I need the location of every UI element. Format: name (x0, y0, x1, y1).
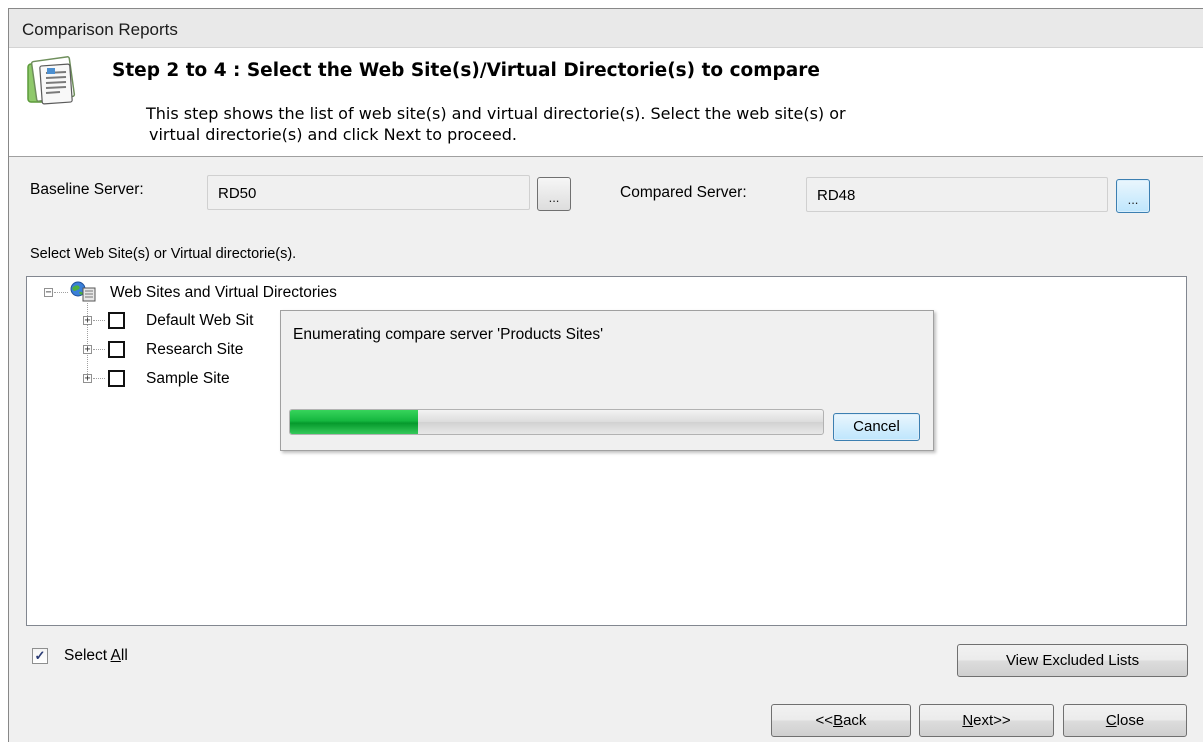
back-button[interactable]: <<Back (771, 704, 911, 737)
cancel-button[interactable]: Cancel (833, 413, 920, 441)
web-sites-globe-icon (68, 281, 98, 303)
back-label-suffix: ack (843, 712, 867, 729)
baseline-server-label: Baseline Server: (30, 181, 144, 198)
tree-item-label[interactable]: Research Site (146, 341, 243, 359)
tree-item-checkbox[interactable] (108, 370, 125, 387)
next-label-accel: N (962, 712, 974, 729)
back-label-prefix: << (815, 712, 834, 729)
window-title: Comparison Reports (22, 20, 178, 39)
view-excluded-lists-button[interactable]: View Excluded Lists (957, 644, 1188, 677)
tree-connector (93, 349, 105, 350)
compared-browse-button[interactable]: ... (1116, 179, 1150, 213)
progress-message: Enumerating compare server 'Products Sit… (293, 326, 604, 343)
close-label-accel: C (1105, 712, 1117, 729)
step-title: Step 2 to 4 : Select the Web Site(s)/Vir… (112, 60, 820, 81)
document-report-icon (22, 56, 88, 110)
step-description: This step shows the list of web site(s) … (146, 103, 1096, 145)
back-label-accel: B (833, 712, 844, 729)
close-button[interactable]: Close (1063, 704, 1187, 737)
select-all-label[interactable]: Select All (64, 647, 128, 665)
next-button[interactable]: Next>> (919, 704, 1054, 737)
tree-connector (54, 292, 68, 293)
tree-item-checkbox[interactable] (108, 312, 125, 329)
compared-server-field[interactable]: RD48 (806, 177, 1108, 212)
tree-connector (93, 378, 105, 379)
compared-server-label: Compared Server: (620, 184, 747, 201)
baseline-browse-button[interactable]: ... (537, 177, 571, 211)
progress-bar-fill (290, 410, 418, 434)
baseline-server-field[interactable]: RD50 (207, 175, 530, 210)
step-description-line-1: This step shows the list of web site(s) … (146, 104, 846, 123)
select-all-label-prefix: Select (64, 647, 111, 664)
tree-item-expand-toggle[interactable]: + (83, 316, 92, 326)
select-all-label-suffix: ll (120, 647, 128, 664)
tree-instruction: Select Web Site(s) or Virtual directorie… (30, 246, 297, 262)
tree-item-checkbox[interactable] (108, 341, 125, 358)
tree-item-label[interactable]: Default Web Sit (146, 312, 253, 330)
tree-item-expand-toggle[interactable]: + (83, 374, 92, 384)
close-label-suffix: lose (1116, 712, 1145, 729)
tree-item-label[interactable]: Sample Site (146, 370, 230, 388)
tree-item-expand-toggle[interactable]: + (83, 345, 92, 355)
title-bar (9, 9, 1203, 48)
checkmark-icon: ✓ (34, 648, 46, 663)
select-all-label-accel: A (110, 647, 121, 664)
step-description-line-2: virtual directorie(s) and click Next to … (149, 125, 517, 144)
tree-connector (93, 320, 105, 321)
next-label-suffix: ext>> (973, 712, 1011, 729)
progress-bar (289, 409, 824, 435)
tree-root-collapse-toggle[interactable]: − (44, 288, 53, 298)
tree-root-label[interactable]: Web Sites and Virtual Directories (110, 284, 337, 302)
select-all-checkbox[interactable]: ✓ (32, 648, 48, 664)
